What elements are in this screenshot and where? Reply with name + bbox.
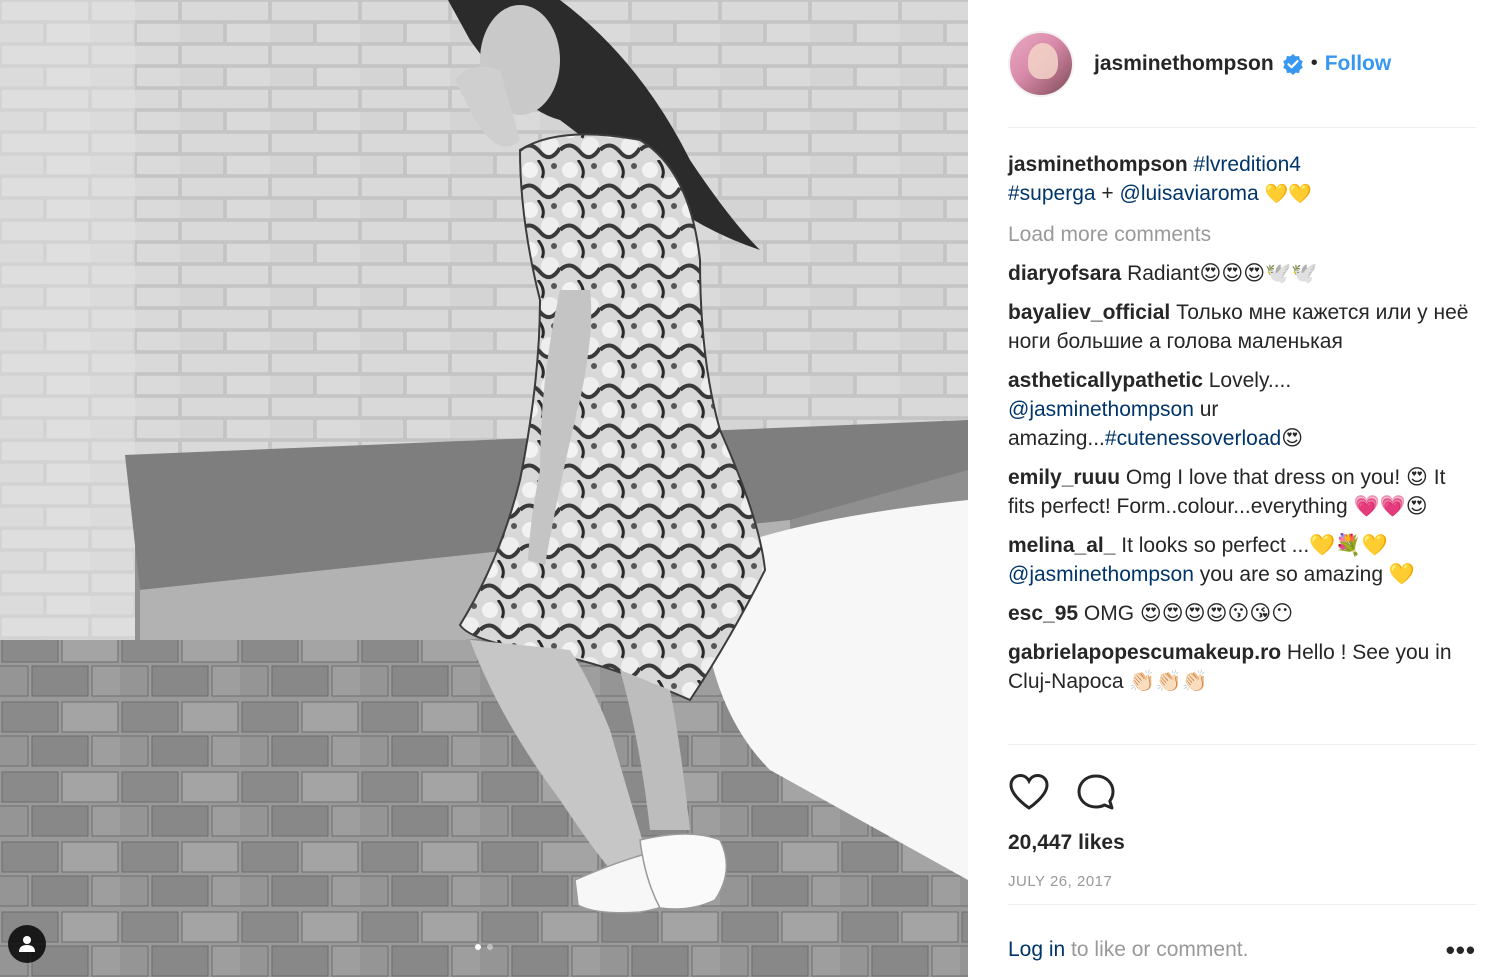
comment-text: OMG 😍😍😍😍😗😘😶: [1078, 602, 1294, 625]
comment-username[interactable]: emily_ruuu: [1008, 466, 1120, 489]
comment-bubble-icon: [1077, 774, 1115, 810]
comment-text: you are so amazing 💛: [1193, 563, 1415, 586]
comment-username[interactable]: astheticallypathetic: [1008, 369, 1203, 392]
comment: diaryofsara Radiant😍😍😍🕊️🕊️: [1008, 259, 1476, 288]
header-separator: •: [1310, 52, 1318, 74]
like-button[interactable]: [1008, 773, 1050, 811]
comment: gabrielapopescumakeup.ro Hello ! See you…: [1008, 638, 1476, 696]
avatar[interactable]: [1008, 30, 1074, 97]
carousel-dot[interactable]: [487, 944, 493, 950]
comment-text: 😍: [1281, 427, 1304, 450]
post-caption: jasminethompson #lvredition4 #superga + …: [1008, 150, 1476, 209]
heart-icon: [1009, 773, 1049, 810]
side-panel: jasminethompson • Follow jasminethompson…: [968, 0, 1510, 977]
header-username[interactable]: jasminethompson: [1094, 52, 1274, 76]
instagram-post: jasminethompson • Follow jasminethompson…: [0, 0, 1510, 977]
verified-badge-icon: [1282, 53, 1304, 75]
post-date: JULY 26, 2017: [1008, 873, 1113, 890]
comment: melina_al_ It looks so perfect ...💛💐💛 @j…: [1008, 531, 1476, 589]
login-link[interactable]: Log in: [1008, 938, 1065, 961]
likes-count[interactable]: 20,447 likes: [1008, 831, 1476, 855]
comment-username[interactable]: esc_95: [1008, 602, 1078, 625]
comment-button[interactable]: [1076, 773, 1116, 811]
comments-list: jasminethompson #lvredition4 #superga + …: [1008, 128, 1476, 745]
comment-text: Radiant😍😍😍🕊️🕊️: [1121, 262, 1318, 285]
login-prompt-text: to like or comment.: [1065, 938, 1249, 961]
login-prompt: Log in to like or comment.: [1008, 938, 1248, 962]
comment: bayaliev_official Только мне кажется или…: [1008, 298, 1476, 356]
load-more-comments-button[interactable]: Load more comments: [1008, 221, 1476, 249]
action-bar: [1008, 745, 1476, 825]
caption-hashtag[interactable]: #lvredition4: [1194, 153, 1301, 176]
caption-mention[interactable]: @luisaviaroma: [1120, 182, 1259, 205]
login-footer: Log in to like or comment. •••: [1008, 905, 1476, 977]
comment-username[interactable]: melina_al_: [1008, 534, 1115, 557]
comment-username[interactable]: diaryofsara: [1008, 262, 1121, 285]
caption-emoji: 💛💛: [1258, 183, 1313, 205]
post-photo[interactable]: [0, 0, 968, 977]
comment-hashtag[interactable]: #cutenessoverload: [1105, 427, 1281, 450]
comment-text: It looks so perfect ...💛💐💛: [1115, 534, 1388, 557]
comment-username[interactable]: gabrielapopescumakeup.ro: [1008, 641, 1281, 664]
follow-button[interactable]: Follow: [1325, 52, 1392, 76]
comment-username[interactable]: bayaliev_official: [1008, 301, 1170, 324]
more-options-icon[interactable]: •••: [1446, 935, 1476, 966]
comment-mention[interactable]: @jasminethompson: [1008, 398, 1194, 421]
caption-hashtag[interactable]: #superga: [1008, 182, 1096, 205]
comment-text: Lovely....: [1202, 369, 1292, 392]
carousel-indicator: [0, 944, 968, 954]
caption-text: +: [1095, 182, 1120, 205]
caption-username[interactable]: jasminethompson: [1008, 153, 1188, 176]
photo-scene: [0, 0, 968, 977]
carousel-dot[interactable]: [475, 944, 481, 950]
post-header: jasminethompson • Follow: [1008, 0, 1476, 128]
comment-mention[interactable]: @jasminethompson: [1008, 563, 1194, 586]
comment: emily_ruuu Omg I love that dress on you!…: [1008, 463, 1476, 521]
comment: esc_95 OMG 😍😍😍😍😗😘😶: [1008, 599, 1476, 628]
comment: astheticallypathetic Lovely.... @jasmine…: [1008, 366, 1476, 453]
